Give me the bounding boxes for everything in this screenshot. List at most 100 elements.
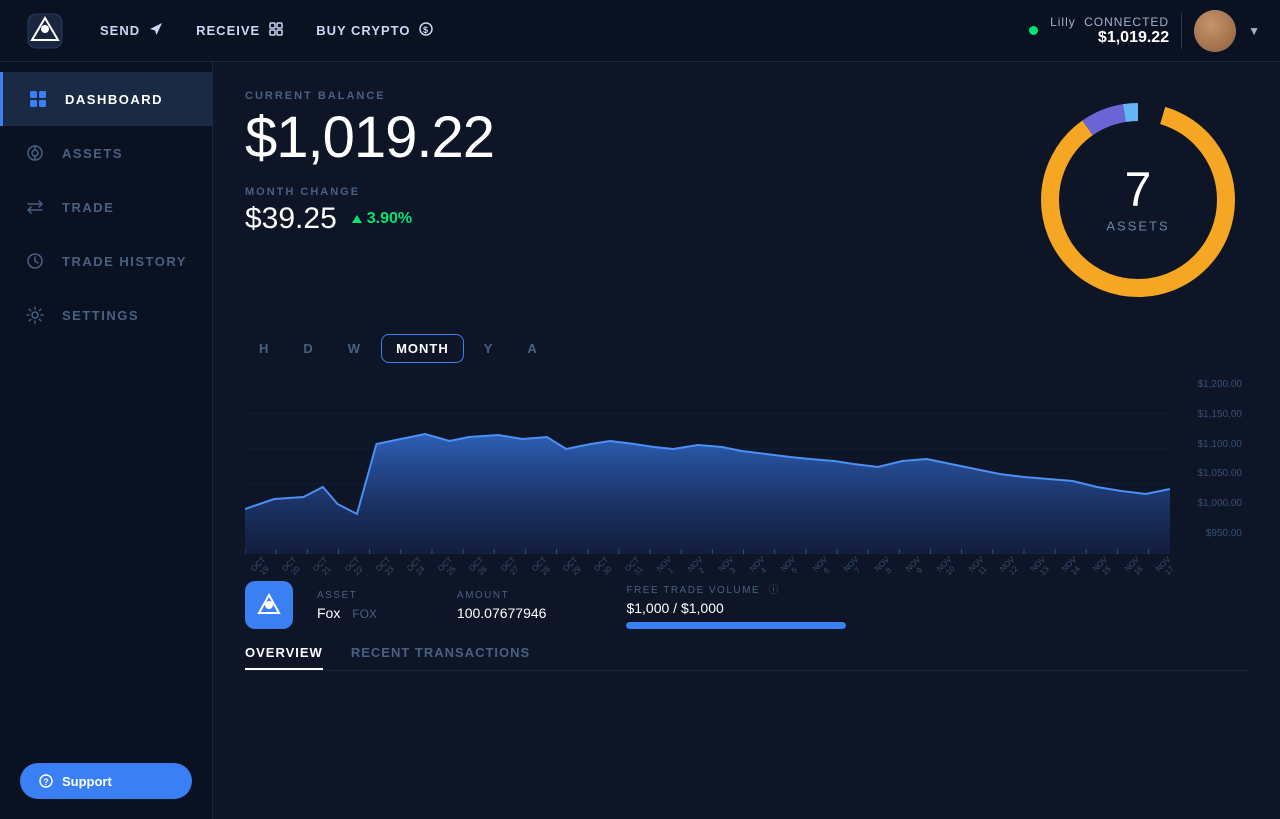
- x-label: NOV13: [1028, 554, 1055, 581]
- time-btn-month[interactable]: MONTH: [381, 334, 464, 363]
- settings-icon: [24, 304, 46, 326]
- support-label: Support: [62, 774, 112, 789]
- asset-col-label: ASSET: [317, 590, 377, 601]
- x-label: OCT20: [279, 554, 306, 581]
- x-label: NOV2: [685, 554, 712, 581]
- y-label: $950.00: [1206, 528, 1242, 539]
- x-label: OCT21: [310, 554, 337, 581]
- month-change-label: MONTH CHANGE: [245, 186, 494, 198]
- time-btn-a[interactable]: A: [513, 335, 551, 362]
- x-label: NOV6: [810, 554, 837, 581]
- x-label: OCT30: [591, 554, 618, 581]
- donut-label: ASSETS: [1106, 219, 1169, 234]
- x-label: OCT23: [373, 554, 400, 581]
- send-label: SEND: [100, 23, 140, 38]
- x-label: NOV11: [966, 554, 993, 581]
- receive-icon: [268, 21, 284, 40]
- x-label: OCT31: [622, 554, 649, 581]
- chart-wrapper: .xl { font-size: 8px; color: #3a5070; tr…: [245, 379, 1248, 569]
- chart-y-labels: $1,200.00 $1,150.00 $1,100.00 $1,050.00 …: [1170, 379, 1248, 539]
- trade-icon: [24, 196, 46, 218]
- topnav: SEND RECEIVE BUY CRYPTO: [0, 0, 1280, 62]
- y-label: $1,200.00: [1198, 379, 1243, 390]
- time-btn-h[interactable]: H: [245, 335, 283, 362]
- asset-row: ASSET Fox FOX AMOUNT 100.07677946 FREE T…: [245, 581, 1248, 629]
- main-content: CURRENT BALANCE $1,019.22 MONTH CHANGE $…: [213, 62, 1280, 819]
- asset-trade-vol-col: FREE TRADE VOLUME ⓘ $1,000 / $1,000: [626, 581, 846, 629]
- trade-vol-value: $1,000 / $1,000: [626, 600, 846, 616]
- x-label: NOV10: [934, 554, 961, 581]
- asset-columns: ASSET Fox FOX AMOUNT 100.07677946 FREE T…: [317, 581, 1248, 629]
- sidebar-item-assets[interactable]: ASSETS: [0, 126, 212, 180]
- chart-x-axis: .xl { font-size: 8px; color: #3a5070; tr…: [245, 561, 1170, 579]
- asset-amount-col: AMOUNT 100.07677946: [457, 590, 547, 621]
- avatar-image: [1194, 10, 1236, 52]
- current-balance-amount: $1,019.22: [245, 106, 494, 170]
- buy-icon: $: [418, 21, 434, 40]
- donut-center: 7 ASSETS: [1106, 167, 1169, 234]
- x-label: NOV14: [1059, 554, 1086, 581]
- x-label: NOV8: [872, 554, 899, 581]
- sidebar-label-settings: SETTINGS: [62, 308, 139, 323]
- x-label: NOV4: [747, 554, 774, 581]
- sidebar-item-settings[interactable]: SETTINGS: [0, 288, 212, 342]
- progress-bar-container: [626, 622, 846, 629]
- progress-bar-fill: [626, 622, 846, 629]
- time-btn-d[interactable]: D: [289, 335, 327, 362]
- send-button[interactable]: SEND: [100, 21, 164, 40]
- buy-crypto-button[interactable]: BUY CRYPTO $: [316, 21, 434, 40]
- x-label: OCT27: [498, 554, 525, 581]
- sidebar-label-trade: TRADE: [62, 200, 114, 215]
- y-label: $1,000.00: [1198, 498, 1243, 509]
- sidebar-item-trade[interactable]: TRADE: [0, 180, 212, 234]
- month-change-pct: 3.90%: [351, 210, 412, 228]
- x-label: NOV17: [1153, 554, 1180, 581]
- chevron-down-icon[interactable]: ▼: [1248, 24, 1260, 38]
- sidebar-item-dashboard[interactable]: DASHBOARD: [0, 72, 212, 126]
- info-icon: ⓘ: [768, 585, 780, 596]
- sidebar-item-trade-history[interactable]: TRADE HISTORY: [0, 234, 212, 288]
- sidebar-spacer: [0, 342, 212, 743]
- amount-value: 100.07677946: [457, 605, 547, 621]
- amount-col-label: AMOUNT: [457, 590, 547, 601]
- x-label: NOV7: [841, 554, 868, 581]
- chart-area: .xl { font-size: 8px; color: #3a5070; tr…: [245, 379, 1170, 569]
- user-info: Lilly CONNECTED $1,019.22: [1050, 15, 1169, 47]
- x-label: OCT29: [560, 554, 587, 581]
- assets-icon: [24, 142, 46, 164]
- receive-button[interactable]: RECEIVE: [196, 21, 284, 40]
- fox-asset-icon: [245, 581, 293, 629]
- x-label: NOV16: [1122, 554, 1149, 581]
- status-dot: [1029, 26, 1038, 35]
- x-label: NOV1: [654, 554, 681, 581]
- history-icon: [24, 250, 46, 272]
- time-filters: H D W MONTH Y A: [245, 334, 1248, 363]
- svg-text:?: ?: [43, 777, 49, 787]
- logo[interactable]: [20, 12, 70, 50]
- trade-vol-label: FREE TRADE VOLUME ⓘ: [626, 581, 846, 596]
- donut-number: 7: [1106, 167, 1169, 215]
- month-change-amount: $39.25: [245, 202, 337, 236]
- y-label: $1,050.00: [1198, 468, 1243, 479]
- y-label: $1,100.00: [1198, 439, 1243, 450]
- chart-svg: [245, 379, 1170, 554]
- x-label: NOV3: [716, 554, 743, 581]
- svg-text:$: $: [423, 25, 429, 35]
- sidebar: DASHBOARD ASSETS TRADE: [0, 62, 213, 819]
- user-balance: $1,019.22: [1050, 29, 1169, 47]
- send-icon: [148, 21, 164, 40]
- time-btn-w[interactable]: W: [334, 335, 375, 362]
- avatar[interactable]: [1194, 10, 1236, 52]
- tabs-row: OVERVIEW RECENT TRANSACTIONS: [245, 645, 1248, 671]
- time-btn-y[interactable]: Y: [470, 335, 508, 362]
- sidebar-label-trade-history: TRADE HISTORY: [62, 254, 187, 269]
- x-label: OCT19: [248, 554, 275, 581]
- support-button[interactable]: ? Support: [20, 763, 192, 799]
- x-label: OCT25: [435, 554, 462, 581]
- nav-divider: [1181, 13, 1182, 49]
- asset-name-value: Fox FOX: [317, 605, 377, 621]
- tab-overview[interactable]: OVERVIEW: [245, 645, 323, 670]
- sidebar-label-assets: ASSETS: [62, 146, 123, 161]
- tab-recent-transactions[interactable]: RECENT TRANSACTIONS: [351, 645, 530, 670]
- x-label: OCT28: [529, 554, 556, 581]
